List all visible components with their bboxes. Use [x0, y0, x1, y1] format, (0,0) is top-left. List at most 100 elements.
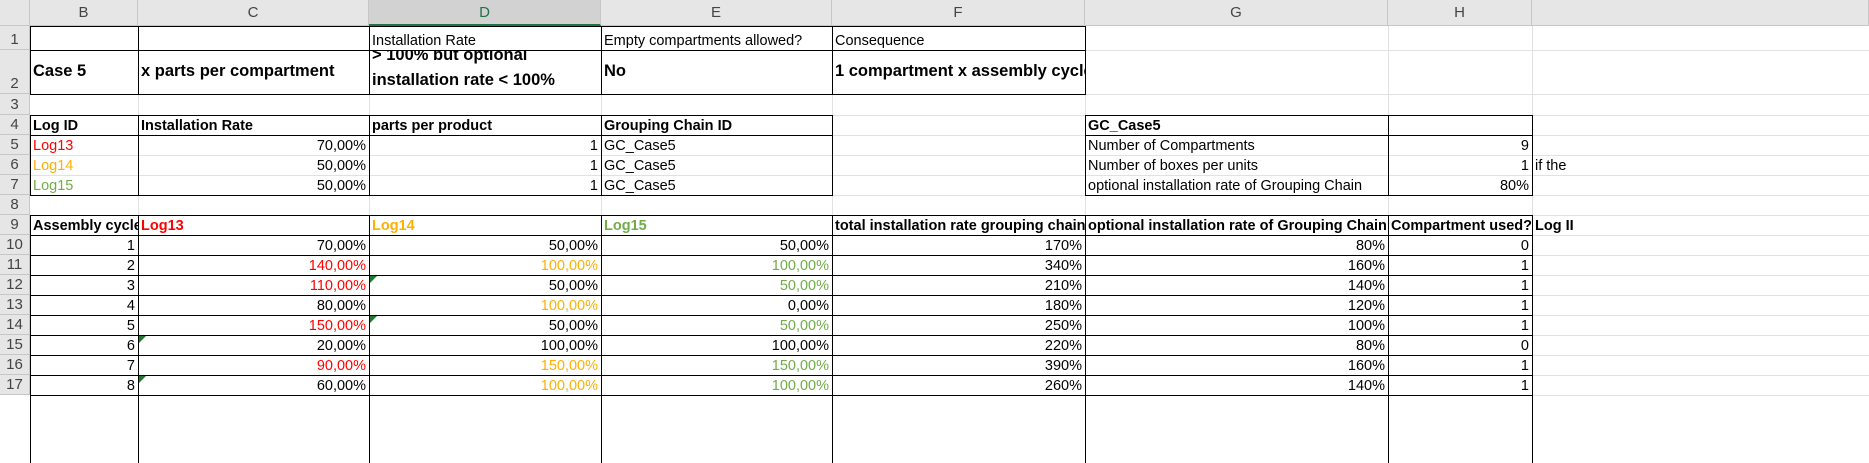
overflow-note[interactable]: if the [1532, 155, 1869, 175]
column-header-f[interactable]: F [832, 0, 1085, 26]
cycle-header-log13[interactable]: Log13 [138, 215, 369, 235]
installation-rate-cell[interactable]: 70,00% [138, 135, 369, 155]
log15-rate-cell[interactable]: 0,00% [601, 295, 832, 315]
column-header-h[interactable]: H [1388, 0, 1532, 26]
optional-rate-cell[interactable]: 80% [1085, 235, 1388, 255]
compartment-used-cell[interactable]: 1 [1388, 375, 1532, 395]
cell-d1-installation-rate-label[interactable]: Installation Rate [369, 26, 601, 50]
log13-rate-cell[interactable]: 80,00% [138, 295, 369, 315]
gc-table-label[interactable]: optional installation rate of Grouping C… [1085, 175, 1388, 195]
log-id-cell[interactable]: Log14 [30, 155, 138, 175]
comment-indicator[interactable] [370, 316, 377, 323]
cell-b2-case[interactable]: Case 5 [30, 50, 138, 94]
row-header-6[interactable]: 6 [0, 155, 30, 175]
column-header-d[interactable]: D [369, 0, 601, 26]
compartment-used-cell[interactable]: 0 [1388, 335, 1532, 355]
compartment-used-cell[interactable]: 1 [1388, 275, 1532, 295]
cycle-number-cell[interactable]: 6 [30, 335, 138, 355]
row-header-12[interactable]: 12 [0, 275, 30, 295]
log15-rate-cell[interactable]: 50,00% [601, 275, 832, 295]
gc-table-value[interactable]: 1 [1388, 155, 1532, 175]
total-rate-cell[interactable]: 170% [832, 235, 1085, 255]
log15-rate-cell[interactable]: 150,00% [601, 355, 832, 375]
row-header-5[interactable]: 5 [0, 135, 30, 155]
column-header-g[interactable]: G [1085, 0, 1388, 26]
log-table-header[interactable]: Installation Rate [138, 115, 369, 135]
cell-e2-empty-allowed-value[interactable]: No [601, 50, 832, 94]
row-header-9[interactable]: 9 [0, 215, 30, 235]
log-table-header[interactable]: parts per product [369, 115, 601, 135]
spreadsheet-grid[interactable]: B C D E F G H 1 2 3 4 5 6 7 8 9 10 11 12 13 14 15 16 17 Installa… [0, 0, 1869, 463]
installation-rate-cell[interactable]: 50,00% [138, 155, 369, 175]
cycle-header-total[interactable]: total installation rate grouping chain [832, 215, 1085, 235]
log14-rate-cell[interactable]: 100,00% [369, 255, 601, 275]
log13-rate-cell[interactable]: 150,00% [138, 315, 369, 335]
log13-rate-cell[interactable]: 110,00% [138, 275, 369, 295]
total-rate-cell[interactable]: 220% [832, 335, 1085, 355]
cycle-header-optional[interactable]: optional installation rate of Grouping C… [1085, 215, 1388, 235]
log13-rate-cell[interactable]: 90,00% [138, 355, 369, 375]
parts-per-product-cell[interactable]: 1 [369, 155, 601, 175]
log13-rate-cell[interactable]: 140,00% [138, 255, 369, 275]
cycle-number-cell[interactable]: 1 [30, 235, 138, 255]
parts-per-product-cell[interactable]: 1 [369, 135, 601, 155]
parts-per-product-cell[interactable]: 1 [369, 175, 601, 195]
column-header-b[interactable]: B [30, 0, 138, 26]
comment-indicator[interactable] [139, 336, 146, 343]
row-header-15[interactable]: 15 [0, 335, 30, 355]
log14-rate-cell[interactable]: 50,00% [369, 235, 601, 255]
log13-rate-cell[interactable]: 20,00% [138, 335, 369, 355]
optional-rate-cell[interactable]: 160% [1085, 255, 1388, 275]
row-header-11[interactable]: 11 [0, 255, 30, 275]
optional-rate-cell[interactable]: 100% [1085, 315, 1388, 335]
total-rate-cell[interactable]: 260% [832, 375, 1085, 395]
compartment-used-cell[interactable]: 0 [1388, 235, 1532, 255]
installation-rate-cell[interactable]: 50,00% [138, 175, 369, 195]
grouping-chain-id-cell[interactable]: GC_Case5 [601, 175, 832, 195]
grouping-chain-id-cell[interactable]: GC_Case5 [601, 155, 832, 175]
optional-rate-cell[interactable]: 140% [1085, 275, 1388, 295]
log-table-header[interactable]: Log ID [30, 115, 138, 135]
row-header-10[interactable]: 10 [0, 235, 30, 255]
compartment-used-cell[interactable]: 1 [1388, 295, 1532, 315]
column-header-next[interactable] [1532, 0, 1869, 26]
cycle-header-log15[interactable]: Log15 [601, 215, 832, 235]
gc-table-label[interactable]: Number of Compartments [1085, 135, 1388, 155]
row-header-17[interactable]: 17 [0, 375, 30, 395]
optional-rate-cell[interactable]: 80% [1085, 335, 1388, 355]
log14-rate-cell[interactable]: 100,00% [369, 375, 601, 395]
log15-rate-cell[interactable]: 50,00% [601, 235, 832, 255]
cell-e1-empty-compartments-label[interactable]: Empty compartments allowed? [601, 26, 832, 50]
compartment-used-cell[interactable]: 1 [1388, 315, 1532, 335]
total-rate-cell[interactable]: 250% [832, 315, 1085, 335]
cell-c2-parts-per-compartment[interactable]: x parts per compartment [138, 50, 369, 94]
cycle-header-used[interactable]: Compartment used? [1388, 215, 1532, 235]
row-header-3[interactable]: 3 [0, 94, 30, 115]
gc-table-value[interactable]: 9 [1388, 135, 1532, 155]
cycle-header-assembly[interactable]: Assembly cycle [30, 215, 138, 235]
log14-rate-cell[interactable]: 100,00% [369, 295, 601, 315]
cell-f2-consequence-value[interactable]: 1 compartment x assembly cycle [832, 50, 1085, 94]
optional-rate-cell[interactable]: 120% [1085, 295, 1388, 315]
cell-d2-installation-rate-value[interactable]: > 100% but optional installation rate < … [369, 50, 601, 94]
row-header-2[interactable]: 2 [0, 50, 30, 94]
gc-table-value[interactable]: 80% [1388, 175, 1532, 195]
log14-rate-cell[interactable]: 100,00% [369, 335, 601, 355]
gc-table-title[interactable]: GC_Case5 [1085, 115, 1388, 135]
log-id-cell[interactable]: Log15 [30, 175, 138, 195]
total-rate-cell[interactable]: 210% [832, 275, 1085, 295]
cycle-header-logid[interactable]: Log II [1532, 215, 1869, 235]
log15-rate-cell[interactable]: 50,00% [601, 315, 832, 335]
log-id-cell[interactable]: Log13 [30, 135, 138, 155]
row-header-4[interactable]: 4 [0, 115, 30, 135]
log15-rate-cell[interactable]: 100,00% [601, 255, 832, 275]
row-header-13[interactable]: 13 [0, 295, 30, 315]
log14-rate-cell[interactable]: 150,00% [369, 355, 601, 375]
row-header-1[interactable]: 1 [0, 26, 30, 50]
column-header-c[interactable]: C [138, 0, 369, 26]
compartment-used-cell[interactable]: 1 [1388, 355, 1532, 375]
row-header-7[interactable]: 7 [0, 175, 30, 195]
cycle-number-cell[interactable]: 4 [30, 295, 138, 315]
cell-f1-consequence-label[interactable]: Consequence [832, 26, 1085, 50]
row-header-8[interactable]: 8 [0, 195, 30, 215]
